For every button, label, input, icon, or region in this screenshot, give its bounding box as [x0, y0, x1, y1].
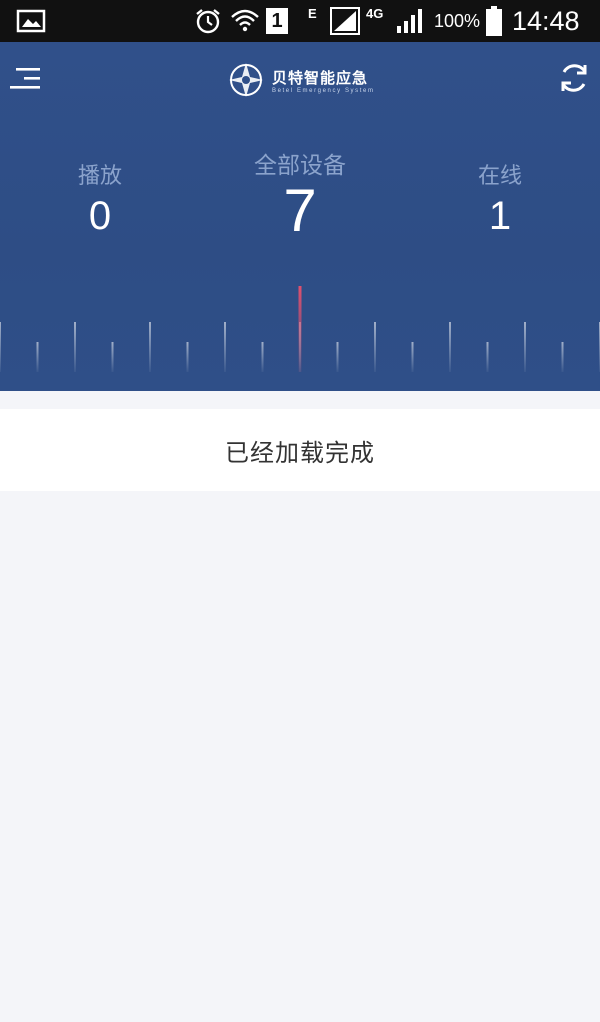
gauge-tick — [336, 342, 339, 372]
dashboard-header: 贝特智能应急 Betel Emergency System 播放 0 全部设备 … — [0, 42, 600, 391]
gauge-tick — [486, 342, 489, 372]
stat-playing[interactable]: 播放 0 — [40, 158, 160, 239]
gauge-tick — [36, 342, 39, 372]
refresh-icon — [561, 64, 587, 92]
network-type-4g: 4G — [366, 5, 384, 21]
signal-bars-icon — [396, 0, 424, 42]
gauge-tick — [561, 342, 564, 372]
load-complete-notice: 已经加载完成 — [0, 409, 600, 491]
clock: 14:48 — [512, 5, 580, 36]
stat-online-value: 1 — [488, 194, 512, 238]
gauge-indicator — [298, 286, 302, 372]
stat-online-label: 在线 — [477, 164, 522, 189]
stat-online[interactable]: 在线 1 — [440, 158, 560, 239]
gauge-tick — [111, 342, 114, 372]
wifi-icon — [230, 0, 260, 42]
gauge-tick — [186, 342, 189, 372]
stat-total-value: 7 — [283, 177, 317, 244]
gauge-tick — [411, 342, 414, 372]
load-complete-text: 已经加载完成 — [225, 438, 375, 467]
gauge-ruler[interactable] — [0, 272, 600, 382]
menu-icon — [10, 68, 40, 89]
gauge-tick — [449, 322, 451, 372]
status-bar: 1 E 4G 100% 14:48 — [0, 0, 600, 42]
compass-logo-icon — [229, 63, 263, 97]
gallery-icon — [16, 0, 46, 42]
gauge-tick — [149, 322, 151, 372]
app-logo: 贝特智能应急 Betel Emergency System — [222, 60, 382, 102]
gauge-tick — [74, 322, 76, 372]
stat-total-label: 全部设备 — [254, 153, 346, 179]
gauge-tick — [224, 322, 226, 372]
refresh-button[interactable] — [556, 60, 592, 96]
battery-icon — [486, 0, 502, 42]
battery-percent: 100% — [434, 10, 481, 31]
alarm-icon — [194, 0, 222, 42]
menu-button[interactable] — [10, 64, 44, 94]
gauge-tick — [374, 322, 376, 372]
gauge-tick — [0, 322, 1, 372]
network-type-e: E — [308, 5, 317, 21]
stat-playing-label: 播放 — [77, 164, 122, 189]
sim-slot-label: 1 — [266, 8, 288, 34]
stat-total[interactable]: 全部设备 7 — [220, 146, 380, 245]
gauge-tick — [261, 342, 264, 372]
brand-subtitle: Betel Emergency System — [272, 88, 375, 94]
signal-icon — [330, 0, 360, 42]
sim-icon: 1 — [266, 0, 288, 42]
gauge-tick — [524, 322, 526, 372]
stat-playing-value: 0 — [88, 194, 112, 238]
brand-name: 贝特智能应急 — [272, 69, 369, 87]
